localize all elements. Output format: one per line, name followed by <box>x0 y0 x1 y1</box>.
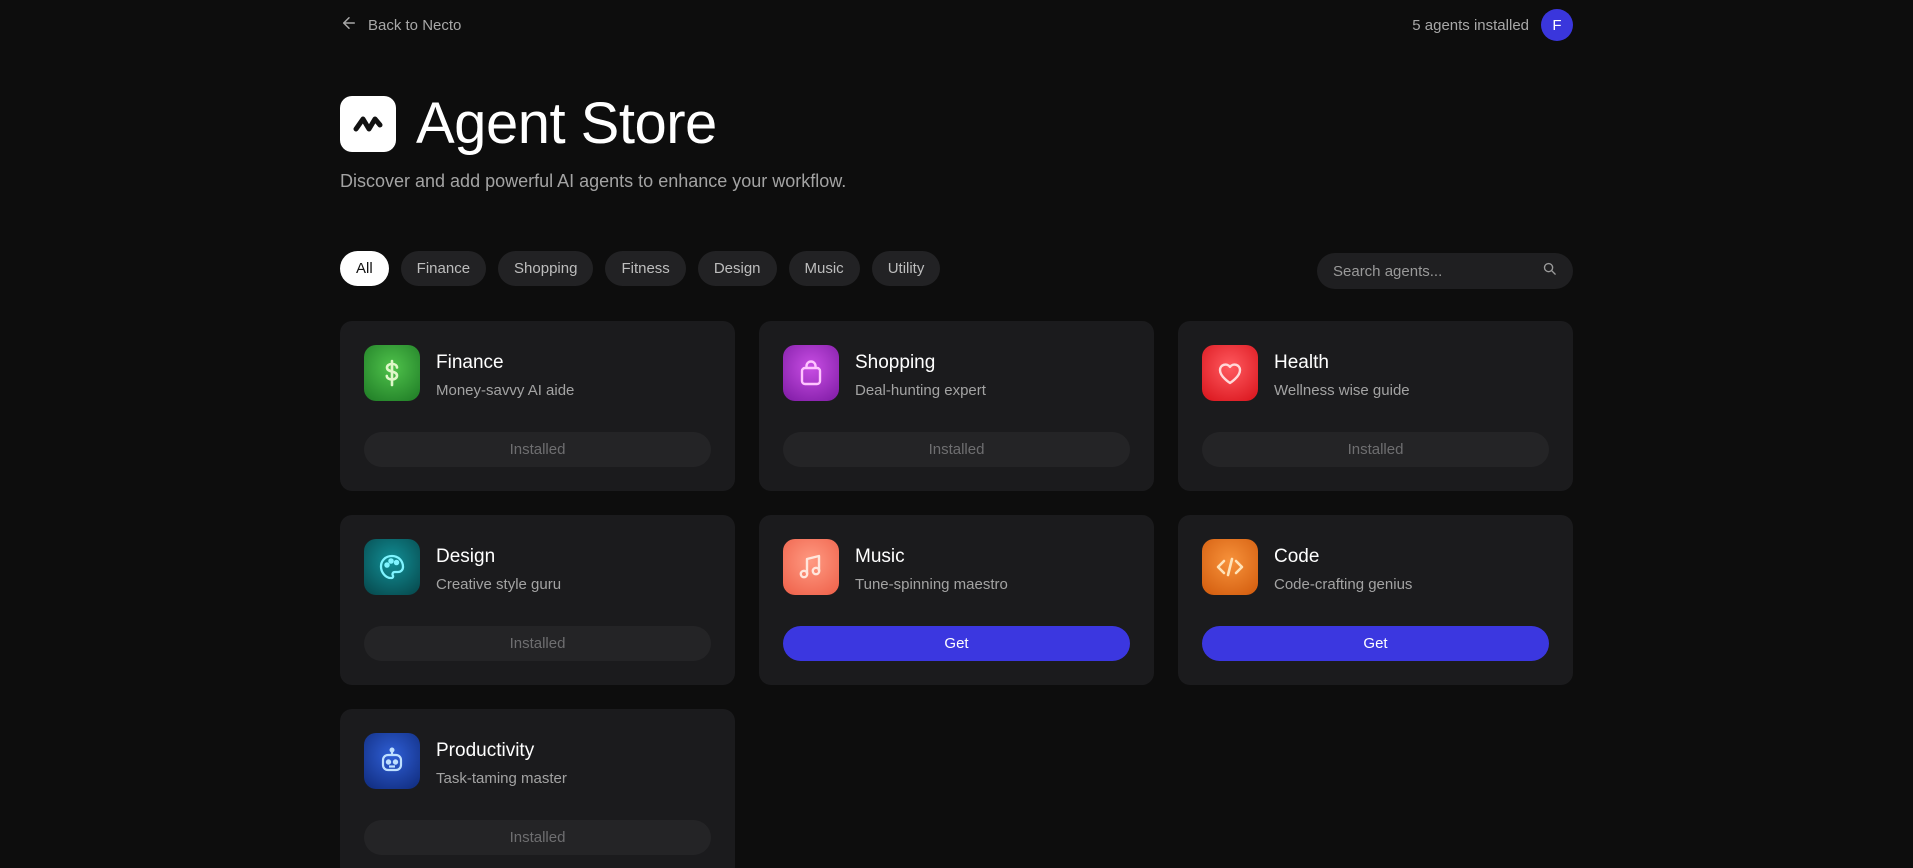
installed-count: 5 agents installed <box>1412 16 1529 34</box>
page-subtitle: Discover and add powerful AI agents to e… <box>340 171 847 191</box>
palette-icon <box>364 539 420 595</box>
category-filters: All Finance Shopping Fitness Design Musi… <box>340 250 941 286</box>
agent-name: Music <box>855 546 905 567</box>
filter-chip-finance[interactable]: Finance <box>400 250 487 286</box>
filter-chip-fitness[interactable]: Fitness <box>605 250 686 286</box>
main-container: Back to Necto 5 agents installed F Agent… <box>340 0 1573 868</box>
search-input[interactable] <box>1333 262 1542 280</box>
installed-button[interactable]: Installed <box>1202 432 1549 467</box>
installed-button[interactable]: Installed <box>364 820 711 855</box>
filter-chip-design[interactable]: Design <box>697 250 777 286</box>
agent-card-music[interactable]: Music Tune-spinning maestro Get <box>759 515 1154 685</box>
agent-description: Tune-spinning maestro <box>855 576 1008 593</box>
filter-chip-music[interactable]: Music <box>788 250 860 286</box>
heart-icon <box>1202 345 1258 401</box>
filter-chip-utility[interactable]: Utility <box>871 250 941 286</box>
filter-chip-shopping[interactable]: Shopping <box>498 250 594 286</box>
agent-name: Productivity <box>436 740 535 761</box>
agent-description: Wellness wise guide <box>1274 382 1410 399</box>
search-icon[interactable] <box>1542 261 1557 281</box>
agent-description: Money-savvy AI aide <box>436 382 575 399</box>
agent-card-shopping[interactable]: Shopping Deal-hunting expert Installed <box>759 321 1154 491</box>
installed-button[interactable]: Installed <box>364 626 711 661</box>
arrow-left-icon <box>340 14 358 36</box>
agent-description: Deal-hunting expert <box>855 382 986 399</box>
agent-description: Creative style guru <box>436 576 562 593</box>
avatar[interactable]: F <box>1541 9 1573 41</box>
shopping-bag-icon <box>783 345 839 401</box>
agent-grid: Finance Money-savvy AI aide Installed Sh… <box>340 321 1573 868</box>
agent-card-productivity[interactable]: Productivity Task-taming master Installe… <box>340 709 735 868</box>
back-link-label: Back to Necto <box>368 16 462 34</box>
back-link[interactable]: Back to Necto <box>340 14 461 36</box>
necto-logo-icon <box>340 95 396 152</box>
agent-name: Code <box>1274 546 1320 567</box>
agent-store-page: Back to Necto 5 agents installed F Agent… <box>0 0 1913 868</box>
agent-description: Code-crafting genius <box>1274 576 1413 593</box>
page-title: Agent Store <box>416 91 717 156</box>
get-button[interactable]: Get <box>783 626 1130 661</box>
code-icon <box>1202 539 1258 595</box>
agent-description: Task-taming master <box>436 770 567 787</box>
music-note-icon <box>783 539 839 595</box>
agent-card-code[interactable]: Code Code-crafting genius Get <box>1178 515 1573 685</box>
installed-button[interactable]: Installed <box>783 432 1130 467</box>
dollar-icon <box>364 345 420 401</box>
agent-name: Design <box>436 546 496 567</box>
agent-card-finance[interactable]: Finance Money-savvy AI aide Installed <box>340 321 735 491</box>
hero: Agent Store <box>340 90 1573 157</box>
agent-card-design[interactable]: Design Creative style guru Installed <box>340 515 735 685</box>
top-right-group: 5 agents installed F <box>1412 9 1573 41</box>
top-bar: Back to Necto 5 agents installed F <box>340 0 1573 50</box>
robot-icon <box>364 733 420 789</box>
search-box <box>1317 253 1573 289</box>
get-button[interactable]: Get <box>1202 626 1549 661</box>
agent-name: Health <box>1274 352 1329 373</box>
agent-card-health[interactable]: Health Wellness wise guide Installed <box>1178 321 1573 491</box>
agent-name: Shopping <box>855 352 936 373</box>
installed-button[interactable]: Installed <box>364 432 711 467</box>
filter-chip-all[interactable]: All <box>340 250 389 286</box>
agent-name: Finance <box>436 352 504 373</box>
filter-row: All Finance Shopping Fitness Design Musi… <box>340 247 1573 289</box>
